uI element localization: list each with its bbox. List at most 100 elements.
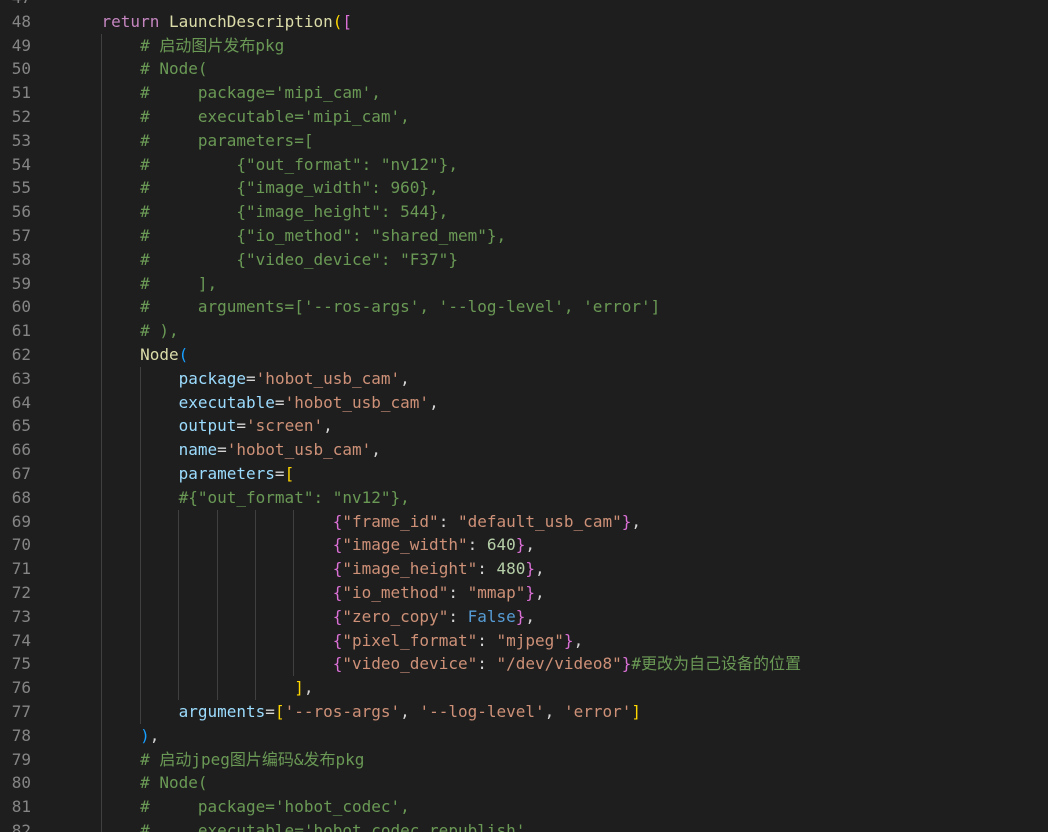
code-line[interactable]: 58 # {"video_device": "F37"} bbox=[0, 247, 1048, 272]
code-token: { bbox=[332, 606, 343, 626]
code-line[interactable]: 79 # 启动jpeg图片编码&发布pkg bbox=[0, 747, 1048, 772]
code-line[interactable]: 69 {"frame_id": "default_usb_cam"}, bbox=[0, 509, 1048, 534]
code-line[interactable]: 59 # ], bbox=[0, 271, 1048, 296]
code-line[interactable]: 52 # executable='mipi_cam', bbox=[0, 104, 1048, 129]
code-text: {"io_method": "mmap"}, bbox=[63, 581, 545, 605]
code-line[interactable]: 68 #{"out_format": "nv12"}, bbox=[0, 485, 1048, 510]
code-line[interactable]: 72 {"io_method": "mmap"}, bbox=[0, 580, 1048, 605]
code-token: 480 bbox=[496, 559, 526, 579]
code-token: #更改为自己设备的位置 bbox=[631, 654, 801, 674]
line-number: 56 bbox=[11, 202, 31, 222]
code-text: # {"image_width": 960}, bbox=[63, 176, 439, 200]
line-number: 70 bbox=[11, 535, 31, 555]
line-number: 57 bbox=[11, 225, 31, 245]
code-token: # executable='mipi_cam', bbox=[140, 106, 410, 126]
code-token: # package='hobot_codec', bbox=[140, 797, 410, 817]
code-token: , bbox=[429, 392, 439, 412]
code-text: # ], bbox=[63, 272, 217, 296]
code-token: { bbox=[332, 630, 343, 650]
code-line[interactable]: 67 parameters=[ bbox=[0, 461, 1048, 486]
code-text: # {"out_format": "nv12"}, bbox=[63, 153, 458, 177]
line-number: 62 bbox=[11, 344, 31, 364]
code-token: # {"io_method": "shared_mem"}, bbox=[140, 225, 507, 245]
code-token: = bbox=[274, 463, 285, 483]
code-token: "mjpeg" bbox=[496, 630, 564, 650]
code-line[interactable]: 51 # package='mipi_cam', bbox=[0, 81, 1048, 105]
code-line[interactable]: 49 # 启动图片发布pkg bbox=[0, 33, 1048, 58]
code-line[interactable]: 77 arguments=['--ros-args', '--log-level… bbox=[0, 699, 1048, 724]
code-line[interactable]: 82 # executable='hobot_codec_republish', bbox=[0, 818, 1048, 832]
code-line[interactable]: 78 ), bbox=[0, 723, 1048, 748]
code-text: # parameters=[ bbox=[63, 129, 313, 153]
code-line[interactable]: 54 # {"out_format": "nv12"}, bbox=[0, 152, 1048, 177]
code-token: : bbox=[438, 511, 458, 531]
code-text: # {"video_device": "F37"} bbox=[63, 248, 458, 272]
code-editor[interactable]: 4748 return LaunchDescription([49 # 启动图片… bbox=[0, 0, 1048, 832]
code-token: ( bbox=[332, 11, 343, 31]
line-number: 81 bbox=[11, 797, 31, 817]
code-line[interactable]: 48 return LaunchDescription([ bbox=[0, 10, 1048, 34]
line-number: 78 bbox=[11, 725, 31, 745]
code-text: {"zero_copy": False}, bbox=[63, 605, 535, 629]
line-number: 58 bbox=[11, 249, 31, 269]
code-line[interactable]: 70 {"image_width": 640}, bbox=[0, 533, 1048, 558]
code-token: : bbox=[477, 559, 497, 579]
code-line[interactable]: 76 ], bbox=[0, 676, 1048, 700]
code-text: # ), bbox=[63, 319, 179, 343]
code-token: executable bbox=[178, 392, 275, 412]
code-token: : bbox=[448, 582, 468, 602]
line-number: 74 bbox=[11, 630, 31, 650]
line-number: 48 bbox=[11, 11, 31, 31]
code-line[interactable]: 64 executable='hobot_usb_cam', bbox=[0, 390, 1048, 415]
code-token: "zero_copy" bbox=[342, 606, 449, 626]
code-token: 'hobot_usb_cam' bbox=[255, 368, 401, 388]
code-text: # Node( bbox=[63, 57, 207, 81]
code-token: # package='mipi_cam', bbox=[140, 83, 381, 103]
line-number: 82 bbox=[11, 820, 31, 832]
code-token: LaunchDescription bbox=[168, 11, 333, 31]
code-text: # 启动jpeg图片编码&发布pkg bbox=[63, 748, 364, 772]
code-line[interactable]: 75 {"video_device": "/dev/video8"}#更改为自己… bbox=[0, 652, 1048, 677]
code-line[interactable]: 57 # {"io_method": "shared_mem"}, bbox=[0, 223, 1048, 248]
code-token: : bbox=[448, 606, 468, 626]
code-line[interactable]: 65 output='screen', bbox=[0, 414, 1048, 439]
code-line[interactable]: 61 # ), bbox=[0, 319, 1048, 343]
code-token: 'error' bbox=[563, 701, 632, 721]
code-line[interactable]: 63 package='hobot_usb_cam', bbox=[0, 366, 1048, 391]
code-line[interactable]: 50 # Node( bbox=[0, 57, 1048, 82]
code-token: "mmap" bbox=[467, 582, 526, 602]
code-line[interactable]: 56 # {"image_height": 544}, bbox=[0, 200, 1048, 224]
code-text: executable='hobot_usb_cam', bbox=[63, 391, 439, 415]
code-line[interactable]: 81 # package='hobot_codec', bbox=[0, 795, 1048, 819]
code-token: ] bbox=[294, 678, 304, 698]
code-line[interactable]: 80 # Node( bbox=[0, 771, 1048, 796]
code-line[interactable]: 66 name='hobot_usb_cam', bbox=[0, 438, 1048, 462]
code-token: , bbox=[631, 511, 641, 531]
code-line[interactable]: 55 # {"image_width": 960}, bbox=[0, 176, 1048, 201]
line-number: 51 bbox=[11, 83, 31, 103]
code-text: # executable='hobot_codec_republish', bbox=[63, 819, 535, 832]
code-line[interactable]: 62 Node( bbox=[0, 342, 1048, 367]
code-token: , bbox=[544, 701, 564, 721]
code-text: ], bbox=[63, 676, 313, 700]
code-token: } bbox=[525, 582, 536, 602]
code-line[interactable]: 47 bbox=[0, 0, 1048, 10]
code-line[interactable]: 53 # parameters=[ bbox=[0, 128, 1048, 153]
code-line[interactable]: 71 {"image_height": 480}, bbox=[0, 557, 1048, 581]
code-line[interactable]: 60 # arguments=['--ros-args', '--log-lev… bbox=[0, 295, 1048, 320]
code-line[interactable]: 73 {"zero_copy": False}, bbox=[0, 604, 1048, 629]
code-line[interactable]: 74 {"pixel_format": "mjpeg"}, bbox=[0, 628, 1048, 653]
line-number: 68 bbox=[11, 487, 31, 507]
code-token: , bbox=[400, 701, 420, 721]
code-token: { bbox=[332, 535, 343, 555]
